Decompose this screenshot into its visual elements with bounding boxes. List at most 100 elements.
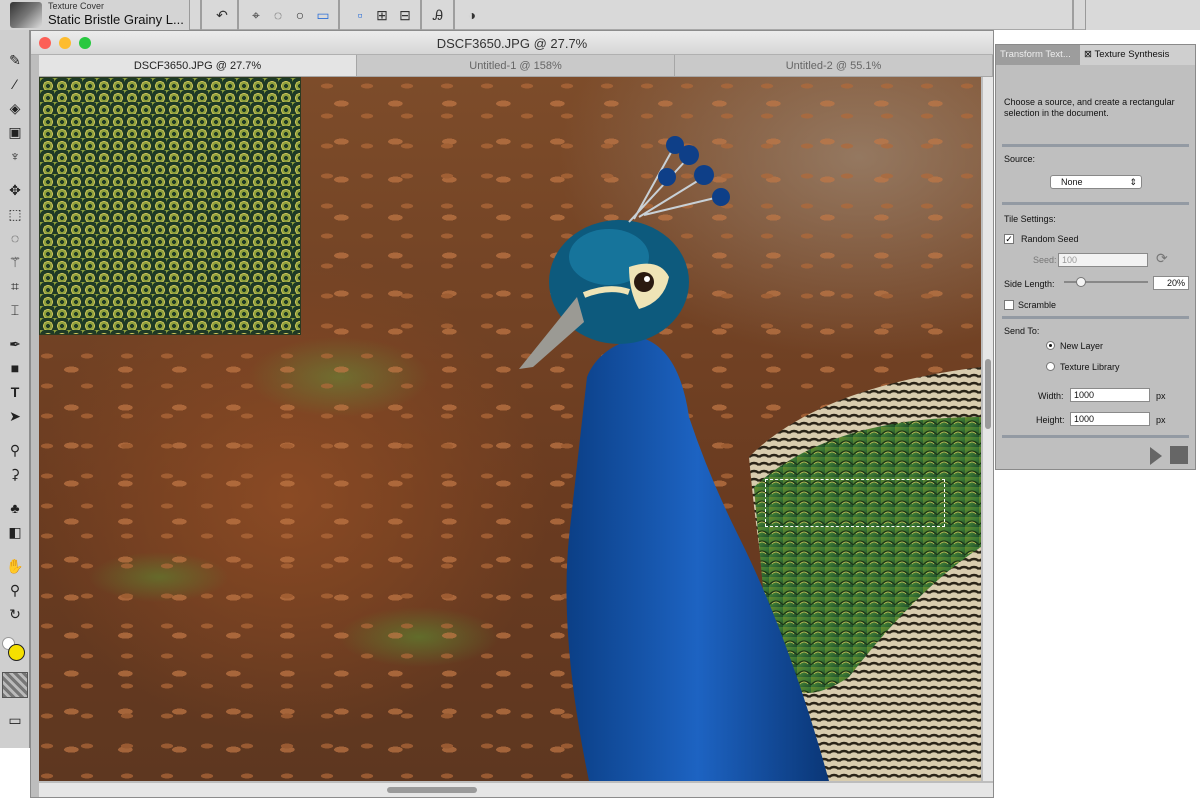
- rect-select-icon[interactable]: ▭: [313, 5, 333, 25]
- tab-texture-synthesis[interactable]: ⊠ Texture Synthesis: [1080, 45, 1195, 65]
- paint-brush-icon[interactable]: ✎: [4, 50, 26, 70]
- crop-icon[interactable]: ⌶: [4, 300, 26, 320]
- freehand-lasso-icon[interactable]: ◌: [268, 5, 288, 25]
- new-layer-label: New Layer: [1060, 341, 1104, 351]
- selection-marquee[interactable]: [765, 479, 945, 527]
- gradient-icon[interactable]: ▣: [4, 122, 26, 142]
- document-window: DSCF3650.JPG @ 27.7% DSCF3650.JPG @ 27.7…: [30, 30, 994, 798]
- shape-icon[interactable]: ■: [4, 358, 26, 378]
- text-effect-icon[interactable]: Ꭿ: [428, 5, 448, 25]
- side-length-slider-handle[interactable]: [1076, 277, 1086, 287]
- seed-input[interactable]: 100: [1058, 253, 1148, 267]
- path-select-icon[interactable]: ➤: [4, 406, 26, 426]
- texture-library-label: Texture Library: [1060, 362, 1120, 372]
- panel-divider: [1002, 316, 1189, 319]
- tile-settings-label: Tile Settings:: [1004, 214, 1056, 224]
- texture-synthesis-panel: Transform Text... ⊠ Texture Synthesis Ch…: [995, 44, 1196, 470]
- random-seed-label: Random Seed: [1021, 234, 1079, 244]
- vertical-scrollbar[interactable]: [983, 77, 993, 781]
- horizontal-scroll-thumb[interactable]: [387, 787, 477, 793]
- height-input[interactable]: 1000: [1070, 412, 1150, 426]
- smudge-icon[interactable]: ♆: [4, 146, 26, 166]
- undo-arrow-icon[interactable]: ↶: [212, 5, 232, 25]
- play-button[interactable]: [1150, 447, 1162, 465]
- dropper-icon[interactable]: ⚳: [4, 464, 26, 484]
- hand-icon[interactable]: ✋: [4, 556, 26, 576]
- lasso-tool-icon[interactable]: ◌: [4, 228, 26, 248]
- random-seed-checkbox[interactable]: ✓: [1004, 234, 1014, 244]
- toolbar-divider: [420, 0, 422, 30]
- zoom-icon[interactable]: ⚲: [4, 580, 26, 600]
- new-layer-radio[interactable]: [1046, 341, 1055, 350]
- paint-bucket-icon[interactable]: ◈: [4, 98, 26, 118]
- tab-untitled-2[interactable]: Untitled-2 @ 55.1%: [675, 55, 993, 76]
- eyedropper-icon[interactable]: ⁄: [4, 74, 26, 94]
- tab-untitled-1[interactable]: Untitled-1 @ 158%: [357, 55, 675, 76]
- lasso-icon[interactable]: ⌖: [246, 5, 266, 25]
- source-label: Source:: [1004, 154, 1036, 164]
- width-input[interactable]: 1000: [1070, 388, 1150, 402]
- text-tool-icon[interactable]: T: [4, 382, 26, 402]
- marquee-icon[interactable]: ⬚: [4, 204, 26, 224]
- subtract-selection-icon[interactable]: ⊟: [395, 5, 415, 25]
- scramble-checkbox[interactable]: [1004, 300, 1014, 310]
- panel-instructions: Choose a source, and create a rectangula…: [1004, 97, 1175, 118]
- refresh-icon[interactable]: ⟳: [1156, 250, 1168, 267]
- tab-texture-synthesis-label: Texture Synthesis: [1094, 49, 1170, 60]
- image-canvas[interactable]: [39, 77, 981, 781]
- panel-divider: [1002, 202, 1189, 205]
- layer-icon[interactable]: ◧: [4, 522, 26, 542]
- source-dropdown[interactable]: None ⇕: [1050, 175, 1142, 189]
- new-selection-icon[interactable]: ▫: [350, 5, 370, 25]
- screen-mode-icon[interactable]: ▭: [4, 710, 26, 730]
- brush-name: Static Bristle Grainy L...: [48, 12, 184, 27]
- window-title: DSCF3650.JPG @ 27.7%: [436, 36, 588, 51]
- tab-dscf3650[interactable]: DSCF3650.JPG @ 27.7%: [39, 55, 357, 76]
- pen-icon[interactable]: ✒: [4, 334, 26, 354]
- height-label: Height:: [1036, 415, 1065, 425]
- chevron-updown-icon: ⇕: [1129, 177, 1137, 187]
- peacock-image: [519, 136, 981, 781]
- ellipse-select-icon[interactable]: ○: [290, 5, 310, 25]
- side-length-input[interactable]: 20%: [1153, 276, 1189, 290]
- tab-transform-text[interactable]: Transform Text...: [996, 45, 1080, 65]
- toolbar-divider: [453, 0, 455, 30]
- document-tabs: DSCF3650.JPG @ 27.7% Untitled-1 @ 158% U…: [39, 55, 993, 77]
- width-label: Width:: [1038, 391, 1064, 401]
- horizontal-scrollbar[interactable]: [39, 783, 993, 797]
- move-icon[interactable]: ✥: [4, 180, 26, 200]
- foreground-color-swatch[interactable]: [8, 644, 25, 661]
- transform-icon[interactable]: ⌗: [4, 276, 26, 296]
- panel-divider: [1002, 435, 1189, 438]
- add-selection-icon[interactable]: ⊞: [372, 5, 392, 25]
- toolbar-divider: [237, 0, 239, 30]
- plant-icon[interactable]: ♣: [4, 498, 26, 518]
- brush-category: Texture Cover: [48, 1, 105, 11]
- toolbar-divider: [200, 0, 202, 30]
- stop-button[interactable]: [1170, 446, 1188, 464]
- scramble-label: Scramble: [1018, 300, 1057, 310]
- top-toolbar: Texture Cover Static Bristle Grainy L...…: [0, 0, 1200, 30]
- brush-thumbnail: [10, 2, 42, 28]
- tools-palette: ✎ ⁄ ◈ ▣ ♆ ✥ ⬚ ◌ ⚚ ⌗ ⌶ ✒ ■ T ➤ ⚲ ⚳ ♣ ◧ ✋ …: [0, 30, 30, 748]
- window-title-bar: DSCF3650.JPG @ 27.7%: [31, 31, 993, 55]
- synthesized-texture-preview: [39, 77, 301, 335]
- seed-label: Seed:: [1033, 255, 1057, 265]
- side-length-label: Side Length:: [1004, 279, 1055, 289]
- vertical-scroll-thumb[interactable]: [985, 359, 991, 429]
- toolbar-divider: [338, 0, 340, 30]
- close-icon[interactable]: ⊠: [1084, 49, 1094, 60]
- mask-circle-icon[interactable]: ◑: [462, 5, 482, 25]
- panel-header-strip: [1085, 0, 1200, 30]
- rotate-icon[interactable]: ↻: [4, 604, 26, 624]
- source-value: None: [1061, 177, 1083, 187]
- texture-swatch[interactable]: [2, 672, 28, 698]
- texture-library-radio[interactable]: [1046, 362, 1055, 371]
- magic-wand-icon[interactable]: ⚚: [4, 252, 26, 272]
- height-unit: px: [1156, 415, 1166, 425]
- panel-tabs: Transform Text... ⊠ Texture Synthesis: [996, 45, 1195, 65]
- brush-preset-selector[interactable]: Texture Cover Static Bristle Grainy L...: [0, 0, 190, 30]
- send-to-label: Send To:: [1004, 326, 1040, 336]
- width-unit: px: [1156, 391, 1166, 401]
- stamp-icon[interactable]: ⚲: [4, 440, 26, 460]
